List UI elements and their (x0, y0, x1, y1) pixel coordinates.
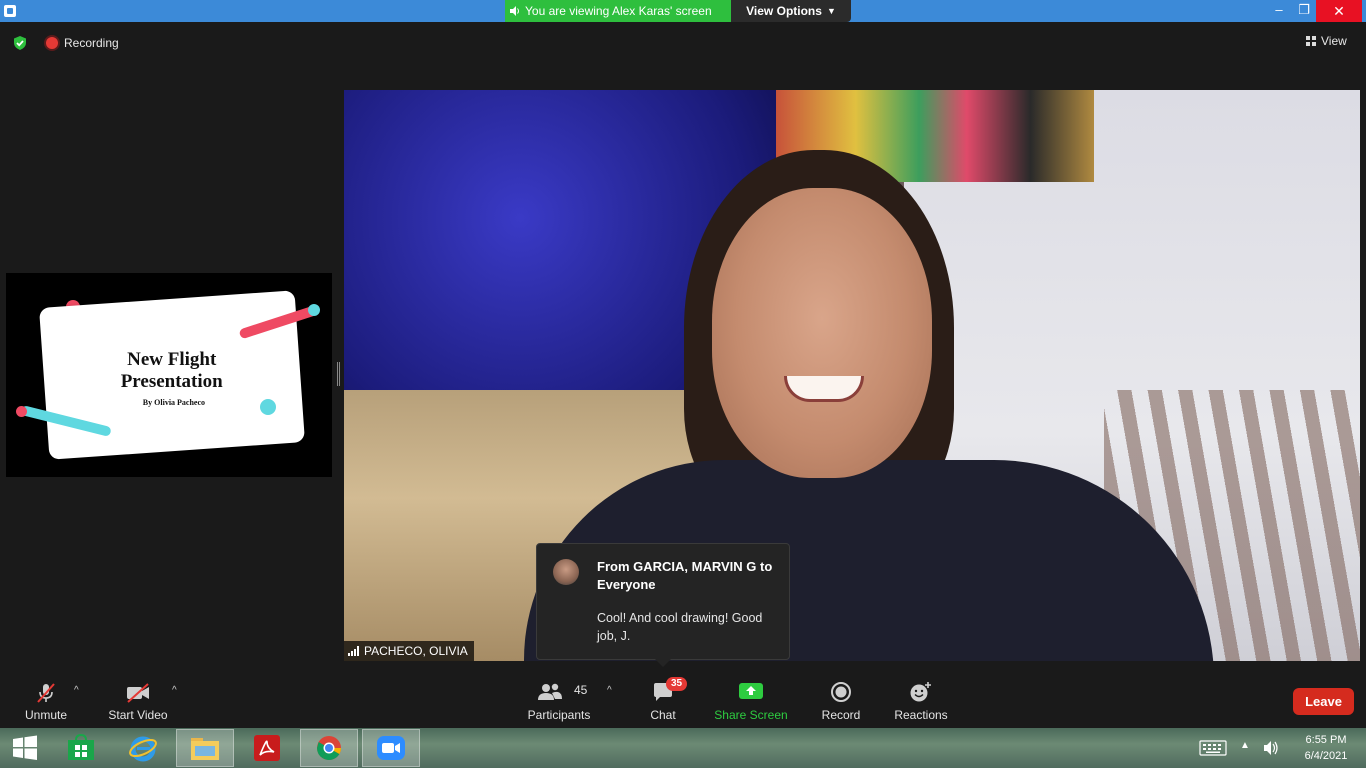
participants-button[interactable]: 45 Participants (524, 669, 594, 728)
smiley-reaction-icon (910, 682, 931, 702)
viewing-screen-text: You are viewing Alex Karas' screen (525, 4, 712, 18)
view-layout-label: View (1321, 34, 1347, 48)
minimize-button[interactable]: – (1265, 0, 1293, 22)
taskbar-file-explorer[interactable] (176, 729, 234, 767)
share-screen-label: Share Screen (714, 708, 788, 722)
speaker-icon (510, 6, 519, 16)
meeting-controls-bar: Unmute ^ Start Video ^ 45 Participants ^ (0, 669, 1366, 728)
taskbar-chrome[interactable] (300, 729, 358, 767)
taskbar-zoom[interactable] (362, 729, 420, 767)
taskbar-store-app[interactable] (52, 729, 110, 767)
decorative-dot (260, 399, 276, 415)
video-person-face (712, 188, 932, 478)
viewing-screen-banner: You are viewing Alex Karas' screen (505, 0, 731, 22)
decorative-dot (308, 304, 320, 316)
grid-icon (1306, 36, 1316, 46)
split-resize-handle[interactable] (337, 362, 340, 386)
slide-title-line1: New Flight (127, 349, 217, 371)
chat-button[interactable]: 35 Chat (640, 669, 688, 728)
slide-title: New Flight Presentation (44, 349, 300, 393)
chat-sender: From GARCIA, MARVIN G to Everyone (597, 559, 773, 592)
volume-icon[interactable] (1262, 728, 1280, 768)
view-options-label: View Options (746, 4, 822, 18)
decorative-dot (16, 406, 27, 417)
chevron-down-icon: ▼ (826, 6, 836, 16)
taskbar-acrobat[interactable] (238, 729, 296, 767)
share-screen-button[interactable]: Share Screen (712, 669, 790, 728)
view-options-button[interactable]: View Options ▼ (731, 0, 851, 22)
participants-label: Participants (527, 708, 591, 722)
taskbar-internet-explorer[interactable] (114, 729, 172, 767)
share-screen-icon (739, 683, 763, 699)
audio-options-caret[interactable]: ^ (74, 685, 79, 696)
slide-title-line2: Presentation (120, 371, 223, 393)
security-shield-icon[interactable] (12, 35, 28, 51)
maximize-button[interactable]: ❐ (1290, 0, 1318, 22)
chat-label: Chat (650, 708, 676, 722)
participants-icon (538, 683, 562, 700)
shared-screen-thumbnail[interactable]: New Flight Presentation By Olivia Pachec… (6, 273, 332, 477)
participant-name-tag: PACHECO, OLIVIA (344, 641, 474, 661)
folder-icon (191, 738, 219, 760)
clock-date: 6/4/2021 (1304, 750, 1348, 762)
chat-unread-badge: 35 (666, 677, 688, 691)
zoom-icon (377, 736, 405, 760)
reactions-button[interactable]: Reactions (890, 669, 952, 728)
start-video-button[interactable]: Start Video (104, 669, 172, 728)
chat-notification-popup[interactable]: From GARCIA, MARVIN G to Everyone Cool! … (536, 543, 790, 667)
windows-taskbar: ▲ 6:55 PM 6/4/2021 (0, 728, 1366, 768)
video-options-caret[interactable]: ^ (172, 685, 177, 696)
internet-explorer-icon (129, 736, 157, 762)
title-bar: You are viewing Alex Karas' screen View … (0, 0, 1366, 22)
windows-logo-icon (13, 735, 37, 760)
active-speaker-video[interactable]: PACHECO, OLIVIA (344, 90, 1360, 661)
zoom-meeting-window: You are viewing Alex Karas' screen View … (0, 0, 1366, 768)
zoom-app-icon (4, 5, 16, 17)
avatar (553, 559, 579, 585)
leave-meeting-button[interactable]: Leave (1293, 688, 1354, 715)
participants-options-caret[interactable]: ^ (607, 685, 612, 696)
participants-count: 45 (574, 683, 588, 697)
chat-message: Cool! And cool drawing! Good job, J. (597, 611, 763, 643)
show-hidden-icons-chevron[interactable]: ▲ (1240, 740, 1250, 768)
record-button[interactable]: Record (814, 669, 868, 728)
record-label: Record (821, 708, 861, 722)
video-camera-off-icon (127, 683, 149, 703)
pdf-reader-icon (254, 735, 280, 761)
microphone-muted-icon (37, 683, 55, 703)
view-layout-button[interactable]: View (1306, 34, 1347, 48)
unmute-button[interactable]: Unmute (14, 669, 78, 728)
participant-name: PACHECO, OLIVIA (364, 644, 468, 658)
taskbar-clock[interactable]: 6:55 PM 6/4/2021 (1290, 732, 1362, 764)
recording-label[interactable]: Recording (64, 36, 119, 50)
windows-start-button[interactable] (0, 729, 50, 767)
unmute-label: Unmute (24, 708, 68, 722)
reactions-label: Reactions (894, 708, 948, 722)
start-video-label: Start Video (108, 708, 168, 722)
keyboard-icon[interactable] (1198, 728, 1228, 768)
record-icon (831, 682, 851, 702)
clock-time: 6:55 PM (1305, 734, 1347, 746)
store-icon (68, 734, 94, 760)
signal-strength-icon (348, 646, 359, 656)
slide-card: New Flight Presentation By Olivia Pachec… (39, 290, 305, 460)
recording-dot-icon[interactable] (46, 37, 58, 49)
close-window-button[interactable]: ✕ (1316, 0, 1362, 22)
chrome-icon (317, 736, 341, 761)
